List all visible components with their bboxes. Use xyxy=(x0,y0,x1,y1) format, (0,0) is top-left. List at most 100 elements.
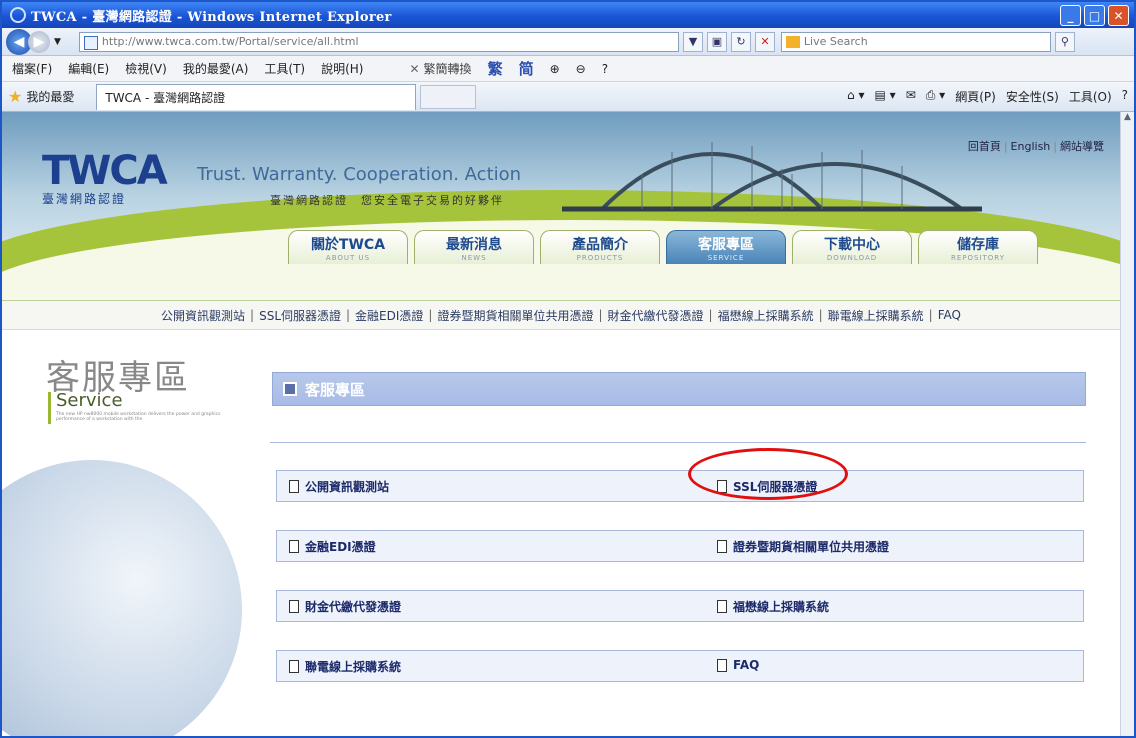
highlight-circle xyxy=(688,448,848,500)
page-content: TWCA 臺灣網路認證 Trust. Warranty. Cooperation… xyxy=(2,112,1120,736)
simplified-button[interactable]: 简 xyxy=(519,58,534,79)
help-icon[interactable]: ? xyxy=(602,62,608,76)
main-panel: 客服專區 公開資訊觀測站 SSL伺服器憑證 金融EDI憑證 證券暨期貨相關單位共… xyxy=(270,330,1086,736)
link-row: 金融EDI憑證 證券暨期貨相關單位共用憑證 xyxy=(276,530,1084,562)
ie-logo-icon xyxy=(10,7,26,23)
site-header: TWCA 臺灣網路認證 Trust. Warranty. Cooperation… xyxy=(2,112,1120,300)
twca-logo[interactable]: TWCA 臺灣網路認證 xyxy=(42,148,168,207)
link-row: 公開資訊觀測站 SSL伺服器憑證 xyxy=(276,470,1084,502)
subnav-mops[interactable]: 公開資訊觀測站 xyxy=(161,307,245,324)
tab-about[interactable]: 關於TWCA ABOUT US xyxy=(288,230,408,264)
new-tab-button[interactable] xyxy=(420,84,477,109)
link-formosa[interactable]: 福懋線上採購系統 xyxy=(717,598,829,615)
main-nav: 關於TWCA ABOUT US 最新消息 NEWS 產品簡介 PRODUCTS 客服專… xyxy=(288,230,1038,264)
print-icon[interactable]: ⎙ ▾ xyxy=(926,88,945,105)
home-link[interactable]: 回首頁 xyxy=(968,140,1001,153)
tools-menu[interactable]: 工具(O) xyxy=(1069,88,1112,105)
zoom-in-icon[interactable]: ⊕ xyxy=(550,62,560,76)
document-icon xyxy=(289,540,299,553)
close-button[interactable]: ✕ xyxy=(1108,5,1129,26)
url-input[interactable]: http://www.twca.com.tw/Portal/service/al… xyxy=(78,31,679,52)
search-icon[interactable]: ⚲ xyxy=(1054,31,1075,52)
home-icon[interactable]: ⌂ ▾ xyxy=(847,88,864,105)
link-edi[interactable]: 金融EDI憑證 xyxy=(289,538,376,555)
globe-image xyxy=(2,460,242,736)
search-input[interactable]: Live Search xyxy=(780,31,1051,52)
subnav-securities[interactable]: 證券暨期貨相關單位共用憑證 xyxy=(437,307,593,324)
side-title-en: Service xyxy=(56,390,123,411)
document-icon xyxy=(717,540,727,553)
link-umc[interactable]: 聯電線上採購系統 xyxy=(289,658,401,675)
subnav-faq[interactable]: FAQ xyxy=(938,308,961,322)
menu-bar: 檔案(F) 編輯(E) 檢視(V) 我的最愛(A) 工具(T) 說明(H) ✕ … xyxy=(2,56,1134,82)
menu-favorites[interactable]: 我的最愛(A) xyxy=(183,60,249,77)
subnav-ssl[interactable]: SSL伺服器憑證 xyxy=(259,307,341,324)
history-dropdown-icon[interactable]: ▼ xyxy=(54,37,61,47)
menu-edit[interactable]: 編輯(E) xyxy=(68,60,109,77)
refresh-icon[interactable]: ↻ xyxy=(730,31,751,52)
tab-service[interactable]: 客服專區 SERVICE xyxy=(666,230,786,264)
browser-window: TWCA - 臺灣網路認證 - Windows Internet Explore… xyxy=(0,0,1136,738)
tab-title: TWCA - 臺灣網路認證 xyxy=(105,90,226,105)
section-heading: 客服專區 xyxy=(272,372,1086,406)
slogan-chinese: 臺灣網路認證 您安全電子交易的好夥伴 xyxy=(270,194,504,207)
subnav-umc[interactable]: 聯電線上採購系統 xyxy=(828,307,924,324)
menu-tools[interactable]: 工具(T) xyxy=(264,60,305,77)
subnav-formosa[interactable]: 福懋線上採購系統 xyxy=(718,307,814,324)
menu-file[interactable]: 檔案(F) xyxy=(12,60,52,77)
safety-menu[interactable]: 安全性(S) xyxy=(1006,88,1059,105)
link-fisc[interactable]: 財金代繳代發憑證 xyxy=(289,598,401,615)
top-links: 回首頁 | English | 網站導覽 xyxy=(967,140,1104,153)
mail-icon[interactable]: ✉ xyxy=(906,88,916,105)
page-menu[interactable]: 網頁(P) xyxy=(955,88,996,105)
tab-news[interactable]: 最新消息 NEWS xyxy=(414,230,534,264)
tab-download[interactable]: 下載中心 DOWNLOAD xyxy=(792,230,912,264)
browser-tab[interactable]: TWCA - 臺灣網路認證 xyxy=(96,83,417,110)
help-circle-icon[interactable]: ? xyxy=(1122,88,1128,105)
link-faq[interactable]: FAQ xyxy=(717,658,759,672)
favorites-star-icon[interactable]: ★ xyxy=(8,87,22,106)
tab-repository[interactable]: 儲存庫 REPOSITORY xyxy=(918,230,1038,264)
subnav-edi[interactable]: 金融EDI憑證 xyxy=(355,307,423,324)
document-icon xyxy=(717,658,727,672)
link-securities[interactable]: 證券暨期貨相關單位共用憑證 xyxy=(717,538,889,555)
search-icon xyxy=(283,382,297,396)
forward-button[interactable]: ▶ xyxy=(28,30,50,53)
compat-icon[interactable]: ▣ xyxy=(706,31,727,52)
document-icon xyxy=(289,600,299,613)
document-icon xyxy=(289,660,299,673)
favorites-bar: ★ 我的最愛 TWCA - 臺灣網路認證 ⌂ ▾ ▤ ▾ ✉ ⎙ ▾ 網頁(P)… xyxy=(2,82,1134,112)
sub-nav: 公開資訊觀測站 | SSL伺服器憑證 | 金融EDI憑證 | 證券暨期貨相關單位共用憑… xyxy=(2,300,1120,330)
traditional-button[interactable]: 繁 xyxy=(488,58,503,79)
stop-icon[interactable]: ✕ xyxy=(754,31,775,52)
document-icon xyxy=(289,480,299,493)
bridge-image xyxy=(562,142,982,212)
minimize-button[interactable]: _ xyxy=(1060,5,1081,26)
convert-label: 繁簡轉換 xyxy=(423,62,472,76)
address-bar: ◀ ▶ ▼ http://www.twca.com.tw/Portal/serv… xyxy=(2,28,1134,56)
zoom-out-icon[interactable]: ⊖ xyxy=(576,62,586,76)
dropdown-icon[interactable]: ▼ xyxy=(682,31,703,52)
link-row: 財金代繳代發憑證 福懋線上採購系統 xyxy=(276,590,1084,622)
title-bar: TWCA - 臺灣網路認證 - Windows Internet Explore… xyxy=(2,2,1134,28)
menu-help[interactable]: 說明(H) xyxy=(321,60,363,77)
subnav-fisc[interactable]: 財金代繳代發憑證 xyxy=(608,307,704,324)
english-link[interactable]: English xyxy=(1011,140,1051,153)
menu-view[interactable]: 檢視(V) xyxy=(125,60,167,77)
document-icon xyxy=(717,600,727,613)
side-banner: 客服專區 Service The new HP nw8000 mobile wo… xyxy=(2,330,254,736)
live-search-icon xyxy=(785,35,800,48)
close-toolbar-icon[interactable]: ✕ xyxy=(409,62,419,76)
link-mops[interactable]: 公開資訊觀測站 xyxy=(289,478,389,495)
tab-products[interactable]: 產品簡介 PRODUCTS xyxy=(540,230,660,264)
feeds-icon[interactable]: ▤ ▾ xyxy=(875,88,896,105)
sitemap-link[interactable]: 網站導覽 xyxy=(1060,140,1104,153)
vertical-scrollbar[interactable]: ▲ xyxy=(1120,112,1134,736)
window-title: TWCA - 臺灣網路認證 - Windows Internet Explore… xyxy=(31,9,392,25)
command-bar: ⌂ ▾ ▤ ▾ ✉ ⎙ ▾ 網頁(P) 安全性(S) 工具(O) ? xyxy=(847,88,1128,105)
link-row: 聯電線上採購系統 FAQ xyxy=(276,650,1084,682)
slogan: Trust. Warranty. Cooperation. Action xyxy=(197,164,522,185)
maximize-button[interactable]: □ xyxy=(1084,5,1105,26)
scroll-up-icon: ▲ xyxy=(1124,112,1131,122)
favorites-button[interactable]: 我的最愛 xyxy=(26,88,74,105)
